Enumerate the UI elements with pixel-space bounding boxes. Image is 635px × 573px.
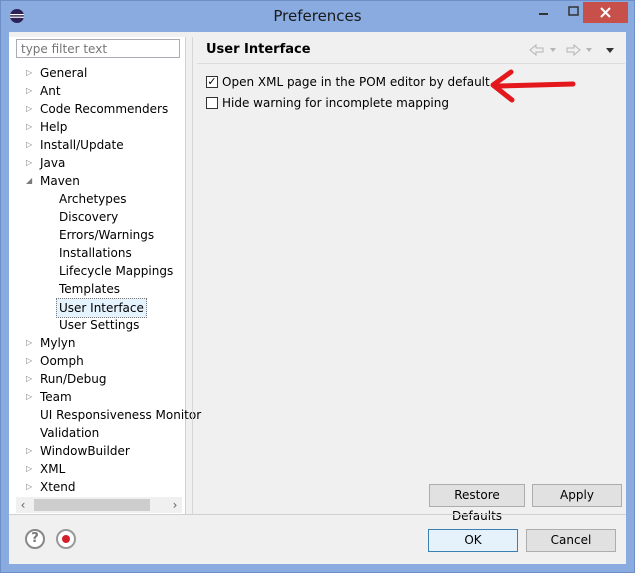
tree-item-label: Discovery bbox=[59, 210, 119, 224]
forward-arrow-icon[interactable] bbox=[564, 43, 596, 57]
expand-icon[interactable]: ▷ bbox=[26, 136, 36, 154]
close-icon[interactable] bbox=[583, 2, 628, 23]
title-bar[interactable]: Preferences bbox=[1, 1, 634, 31]
option-label: Open XML page in the POM editor by defau… bbox=[222, 75, 490, 89]
tree-item-label: Run/Debug bbox=[40, 372, 107, 386]
tree-item-label: Validation bbox=[40, 426, 100, 440]
tree-item-label: XML bbox=[40, 462, 66, 476]
tree-item-label: Java bbox=[40, 156, 66, 170]
preferences-window: Preferences ▷ General ▷ Ant ▷ Code Recommende… bbox=[0, 0, 635, 573]
filter-input[interactable] bbox=[16, 39, 180, 58]
tree-item-label: Help bbox=[40, 120, 68, 134]
apply-button[interactable]: Apply bbox=[532, 484, 622, 507]
tree-item-label: Install/Update bbox=[40, 138, 124, 152]
expand-icon[interactable]: ▷ bbox=[26, 352, 36, 370]
expand-icon[interactable]: ▷ bbox=[26, 478, 36, 496]
tree-item-label: UI Responsiveness Monitor bbox=[40, 408, 202, 422]
header-separator bbox=[197, 63, 625, 64]
page-title: User Interface bbox=[206, 42, 311, 57]
button-bar-separator bbox=[9, 514, 626, 515]
tree-item-label: General bbox=[40, 66, 88, 80]
tree-item-label: Archetypes bbox=[59, 192, 127, 206]
scroll-thumb[interactable] bbox=[34, 499, 150, 511]
stop-dot bbox=[62, 535, 70, 543]
tree-item-label: WindowBuilder bbox=[40, 444, 130, 458]
cancel-button[interactable]: Cancel bbox=[526, 529, 616, 552]
expand-icon[interactable]: ▷ bbox=[26, 118, 36, 136]
stop-icon[interactable] bbox=[56, 529, 76, 549]
tree-horizontal-scrollbar[interactable]: ‹ › bbox=[16, 497, 182, 513]
tree-item-label: Lifecycle Mappings bbox=[59, 264, 174, 278]
view-menu-icon[interactable] bbox=[603, 43, 617, 57]
expand-icon[interactable]: ▷ bbox=[26, 388, 36, 406]
ok-button[interactable]: OK bbox=[428, 529, 518, 552]
expand-icon[interactable]: ▷ bbox=[26, 370, 36, 388]
restore-defaults-button[interactable]: Restore Defaults bbox=[429, 484, 525, 523]
tree-item-label: Errors/Warnings bbox=[59, 228, 155, 242]
tree-item-label: Xtend bbox=[40, 480, 76, 494]
expand-icon[interactable]: ▷ bbox=[26, 334, 36, 352]
expand-icon[interactable]: ▷ bbox=[26, 154, 36, 172]
expand-icon[interactable]: ▷ bbox=[26, 100, 36, 118]
open-xml-checkbox[interactable]: ✓ bbox=[206, 76, 218, 88]
scroll-right-icon[interactable]: › bbox=[168, 497, 182, 513]
scroll-left-icon[interactable]: ‹ bbox=[16, 497, 30, 513]
expand-icon[interactable]: ▷ bbox=[26, 442, 36, 460]
tree-item-label: Mylyn bbox=[40, 336, 76, 350]
back-arrow-icon[interactable] bbox=[528, 43, 560, 57]
tree-item-label: Installations bbox=[59, 246, 132, 260]
hide-warning-checkbox[interactable] bbox=[206, 97, 218, 109]
red-arrow-icon bbox=[490, 69, 576, 103]
expand-icon[interactable]: ▷ bbox=[26, 82, 36, 100]
tree-item-label: Oomph bbox=[40, 354, 84, 368]
tree-item-label: Team bbox=[40, 390, 72, 404]
panel-divider[interactable] bbox=[192, 37, 193, 515]
expand-icon[interactable]: ▷ bbox=[26, 64, 36, 82]
tree-item-label: Code Recommenders bbox=[40, 102, 169, 116]
minimize-icon[interactable] bbox=[529, 1, 559, 23]
tree-item-label: Ant bbox=[40, 84, 61, 98]
tree-item-label: User Interface bbox=[56, 298, 147, 318]
tree-item-label: Templates bbox=[59, 282, 121, 296]
tree-item-label: Maven bbox=[40, 174, 80, 188]
option-label: Hide warning for incomplete mapping bbox=[222, 96, 449, 110]
collapse-icon[interactable]: ◢ bbox=[26, 172, 36, 190]
expand-icon[interactable]: ▷ bbox=[26, 460, 36, 478]
tree-item-label: User Settings bbox=[59, 318, 140, 332]
help-icon[interactable]: ? bbox=[25, 529, 45, 549]
